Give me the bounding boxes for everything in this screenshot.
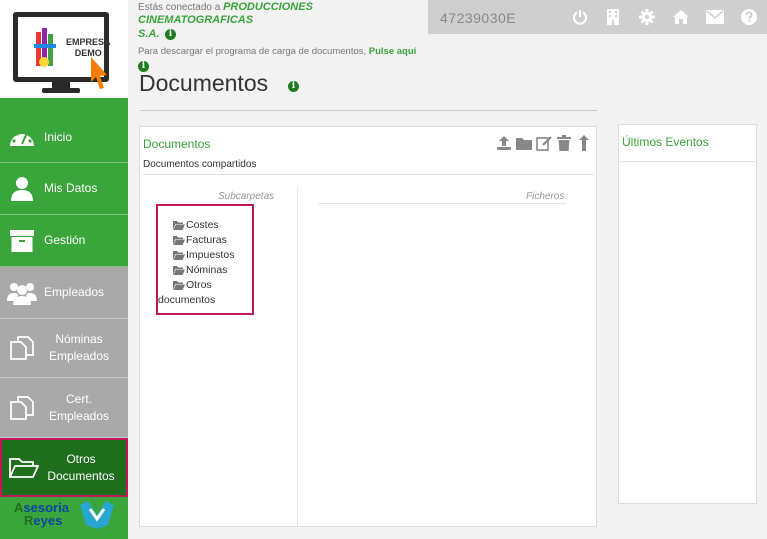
folder-open-icon: [173, 281, 185, 290]
folder-item-impuestos[interactable]: Impuestos: [172, 248, 252, 263]
documents-icon: [10, 395, 34, 420]
connection-info: Estás conectado a PRODUCCIONES CINEMATOG…: [138, 0, 428, 73]
logo-bars-icon: [34, 28, 56, 67]
download-text: Para descargar el programa de carga de d…: [138, 46, 367, 57]
sidebar-item-label: Cert.: [65, 391, 92, 406]
company-name-line2: S.A.: [138, 28, 160, 40]
sidebar-item-label: Nóminas: [55, 332, 103, 346]
shared-documents-label: Documentos compartidos: [143, 159, 257, 170]
gauge-icon: [10, 129, 34, 146]
sidebar-item-label: Otros: [66, 451, 96, 466]
user-nif: 47239030E: [440, 10, 517, 26]
files-header: Ficheros: [526, 191, 565, 202]
help-icon[interactable]: [740, 8, 758, 26]
title-divider: [140, 110, 597, 111]
sidebar-item-label: Gestión: [44, 233, 86, 247]
subfolder-list: Costes Facturas Impuestos Nóminas Otros …: [156, 204, 254, 315]
bottom-logo-line2: eyes: [33, 513, 63, 528]
page-title: Documentos: [139, 70, 269, 96]
sidebar-item-gestion[interactable]: Gestión: [0, 215, 128, 267]
top-bar: 47239030E: [428, 0, 767, 34]
subfolders-header: Subcarpetas: [218, 191, 275, 202]
page-info-icon[interactable]: i: [288, 81, 299, 92]
building-icon[interactable]: [604, 8, 622, 26]
sidebar-item-label: Inicio: [44, 129, 73, 144]
edit-icon[interactable]: [536, 135, 552, 151]
sidebar-item-label: Empleados: [48, 349, 110, 363]
sidebar-item-label: Empleados: [44, 285, 105, 299]
company-logo[interactable]: EMPRESA DEMO: [0, 0, 128, 98]
folder-open-icon: [173, 236, 185, 245]
gear-icon[interactable]: [638, 8, 656, 26]
folder-item-otros-documentos[interactable]: Otros documentos: [158, 278, 252, 308]
sidebar-item-otros-documentos[interactable]: Otros Documentos: [0, 438, 128, 497]
logo-line1: EMPRESA: [66, 37, 111, 47]
folder-label: documentos: [158, 294, 216, 306]
documents-panel: Documentos Documentos compartidos Subcar…: [139, 126, 597, 527]
folder-label: Facturas: [186, 234, 227, 246]
events-panel-title: Últimos Eventos: [622, 135, 709, 149]
hands-icon: [80, 501, 114, 529]
connected-prefix: Estás conectado a: [138, 2, 221, 13]
sidebar-item-mis-datos[interactable]: Mis Datos: [0, 163, 128, 215]
cursor-arrow-icon: [91, 57, 107, 89]
mail-icon[interactable]: [706, 8, 724, 26]
folder-open-icon: [173, 251, 185, 260]
trash-icon[interactable]: [556, 135, 572, 151]
folder-label: Costes: [186, 219, 219, 231]
asesoria-logo: Asesoria Reyes: [0, 497, 128, 539]
download-link[interactable]: Pulse aquí: [369, 46, 417, 57]
user-icon: [11, 176, 33, 201]
company-info-icon[interactable]: i: [164, 28, 176, 40]
folder-label: Nóminas: [186, 264, 228, 276]
events-panel: Últimos Eventos: [618, 124, 757, 504]
sidebar-item-label: Documentos: [47, 468, 115, 483]
folder-open-icon: [173, 221, 185, 230]
sidebar-item-inicio[interactable]: Inicio: [0, 112, 128, 163]
folder-icon[interactable]: [516, 135, 532, 151]
folder-label: Otros: [186, 279, 212, 291]
folder-label: Impuestos: [186, 249, 235, 261]
sidebar-item-empleados[interactable]: Empleados: [0, 267, 128, 319]
archive-box-icon: [10, 229, 34, 252]
group-icon: [7, 282, 37, 305]
power-icon[interactable]: [571, 8, 589, 26]
folder-item-nominas[interactable]: Nóminas: [172, 263, 252, 278]
folder-item-costes[interactable]: Costes: [172, 218, 252, 233]
folder-open-icon: [9, 457, 39, 478]
sidebar: EMPRESA DEMO Inicio Mis Datos Gestión Em…: [0, 0, 128, 539]
folder-item-facturas[interactable]: Facturas: [172, 233, 252, 248]
home-icon[interactable]: [672, 8, 690, 26]
sidebar-item-nominas-empleados[interactable]: Nóminas Empleados: [0, 319, 128, 378]
level-up-icon[interactable]: [576, 135, 592, 151]
documents-icon: [10, 336, 34, 360]
documents-toolbar: [496, 135, 592, 151]
folder-open-icon: [173, 266, 185, 275]
sidebar-item-label: Empleados: [48, 408, 110, 423]
documents-panel-title: Documentos: [143, 137, 211, 151]
sidebar-item-cert-empleados[interactable]: Cert. Empleados: [0, 378, 128, 438]
upload-icon[interactable]: [496, 135, 512, 151]
sidebar-item-label: Mis Datos: [44, 181, 98, 195]
